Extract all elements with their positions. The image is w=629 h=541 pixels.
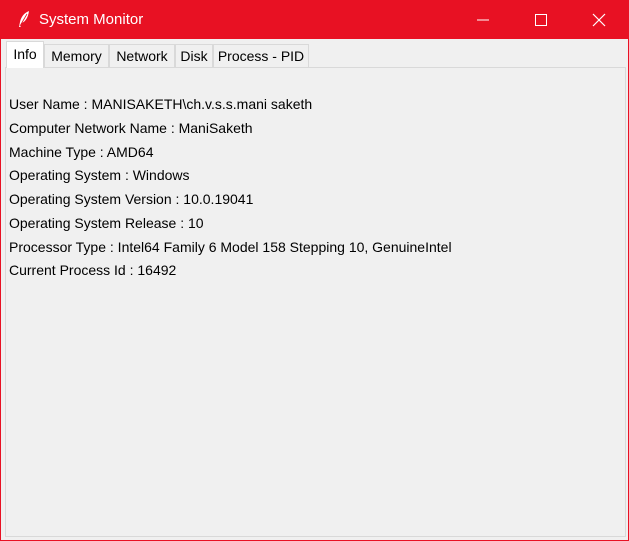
machine-type-line: Machine Type : AMD64 [9,144,154,160]
maximize-button[interactable] [512,0,570,39]
os-version-line: Operating System Version : 10.0.19041 [9,191,254,207]
minimize-icon [477,19,489,21]
close-icon [592,13,606,27]
computer-network-name-line: Computer Network Name : ManiSaketh [9,120,253,136]
user-name-line: User Name : MANISAKETH\ch.v.s.s.mani sak… [9,96,313,112]
title-bar[interactable]: System Monitor [1,0,628,39]
tab-disk[interactable]: Disk [175,44,213,67]
operating-system-line: Operating System : Windows [9,167,190,183]
feather-icon [17,10,31,28]
current-process-id-line: Current Process Id : 16492 [9,262,177,278]
tab-process-pid[interactable]: Process - PID [213,44,309,67]
minimize-button[interactable] [454,0,512,39]
app-window: System Monitor Info Memory Network Disk … [0,0,629,541]
tab-memory[interactable]: Memory [44,44,109,67]
window-title: System Monitor [39,11,144,28]
processor-type-line: Processor Type : Intel64 Family 6 Model … [9,239,452,255]
tab-network[interactable]: Network [109,44,175,67]
maximize-icon [535,14,547,26]
info-panel: User Name : MANISAKETH\ch.v.s.s.mani sak… [5,67,626,537]
close-button[interactable] [570,0,628,39]
tab-info[interactable]: Info [6,41,44,68]
os-release-line: Operating System Release : 10 [9,215,204,231]
